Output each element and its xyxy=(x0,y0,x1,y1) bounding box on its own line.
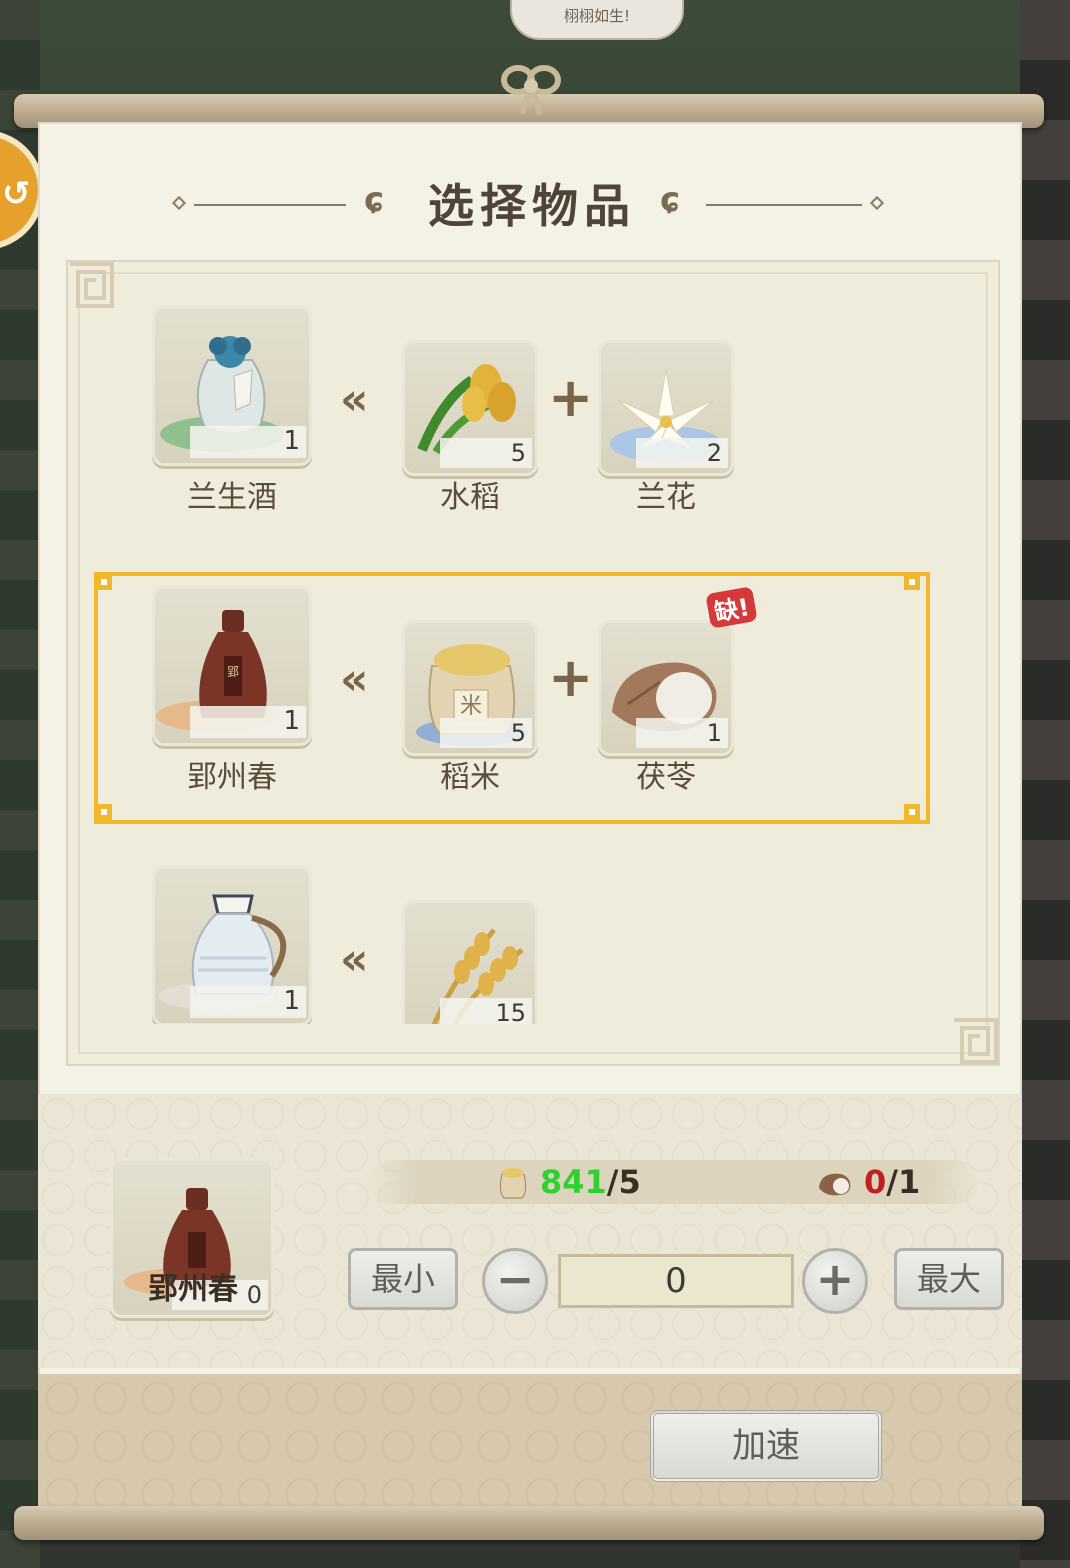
plus-icon: + xyxy=(548,646,594,709)
ingredient-slot[interactable]: 5 xyxy=(402,340,538,476)
selection-corner xyxy=(904,574,920,590)
requirement-need: /5 xyxy=(606,1163,641,1201)
product-slot[interactable]: 1 xyxy=(152,866,312,1024)
arrow-left-icon: « xyxy=(340,654,369,705)
selection-corner xyxy=(904,804,920,820)
recipe-row-selected[interactable]: 郢 1 郢州春 « 米 5 稻米 + 1 缺! 茯苓 xyxy=(94,572,980,826)
title-ornament-right xyxy=(869,195,885,211)
ingredient-count: 5 xyxy=(440,438,532,468)
craft-panel: 0 郢州春 841/5 0/1 最小 − 0 + 最大 xyxy=(38,1094,1022,1368)
requirement-have: 0 xyxy=(864,1163,887,1201)
increment-button[interactable]: + xyxy=(802,1248,868,1314)
ingredient-count: 1 xyxy=(636,718,728,748)
arrow-left-icon: « xyxy=(340,934,369,985)
missing-badge: 缺! xyxy=(705,586,758,629)
requirement-have: 841 xyxy=(540,1163,607,1201)
plus-icon: + xyxy=(815,1252,855,1306)
title-line-left xyxy=(194,204,346,206)
product-count: 1 xyxy=(190,986,306,1018)
title-curl-left-icon: ɕ xyxy=(364,180,385,220)
recipe-row[interactable]: 1 兰生酒 « 5 水稻 + 2 兰花 xyxy=(140,306,980,546)
dialog-title: 选择物品 xyxy=(428,179,636,233)
plus-icon: + xyxy=(548,366,594,429)
ingredient-slot[interactable]: 1 xyxy=(598,620,734,756)
product-count: 1 xyxy=(190,706,306,738)
scroll-knot-icon xyxy=(501,65,561,115)
select-item-dialog: ɕ ɕ 选择物品 1 兰生酒 « 5 水稻 + 2 兰花 郢 1 郢州春 « 米… xyxy=(38,122,1022,1512)
speed-up-button[interactable]: 加速 xyxy=(650,1410,882,1482)
max-button[interactable]: 最大 xyxy=(894,1248,1004,1310)
ingredient-slot[interactable]: 米 5 xyxy=(402,620,538,756)
minus-icon: − xyxy=(495,1252,535,1306)
min-button[interactable]: 最小 xyxy=(348,1248,458,1310)
selection-corner xyxy=(96,804,112,820)
svg-text:米: 米 xyxy=(460,694,482,719)
product-slot[interactable]: 郢 1 xyxy=(152,586,312,746)
speech-text: 栩栩如生! xyxy=(563,7,630,25)
ingredient-name: 兰花 xyxy=(636,480,696,515)
ingredient-name: 水稻 xyxy=(440,480,500,515)
product-slot[interactable]: 1 xyxy=(152,306,312,466)
quantity-field[interactable]: 0 xyxy=(558,1254,794,1308)
ingredient-slot[interactable]: 2 xyxy=(598,340,734,476)
title-ornament-left xyxy=(171,195,187,211)
ingredient-count: 2 xyxy=(636,438,728,468)
requirement-poria: 0/1 xyxy=(864,1160,920,1204)
product-name: 兰生酒 xyxy=(187,480,277,515)
npc-speech-bubble: 栩栩如生! xyxy=(510,0,684,40)
scroll-bottom-rod xyxy=(14,1506,1044,1540)
background-building-right xyxy=(1020,0,1070,1568)
product-count: 1 xyxy=(190,426,306,458)
recipe-list[interactable]: 1 兰生酒 « 5 水稻 + 2 兰花 郢 1 郢州春 « 米 5 稻米 + 1… xyxy=(66,260,1000,1066)
requirement-bar: 841/5 0/1 xyxy=(368,1160,980,1204)
product-name: 郢州春 xyxy=(187,760,277,795)
requirement-rice: 841/5 xyxy=(540,1160,641,1204)
rice-sack-icon xyxy=(499,1168,527,1199)
ingredient-count: 5 xyxy=(440,718,532,748)
arrow-left-icon: « xyxy=(340,374,369,425)
ingredient-name: 稻米 xyxy=(440,760,500,795)
svg-text:郢: 郢 xyxy=(227,665,239,679)
poria-root-icon xyxy=(819,1173,851,1196)
selection-corner xyxy=(96,574,112,590)
decrement-button[interactable]: − xyxy=(482,1248,548,1314)
ingredient-count: 15 xyxy=(440,998,532,1024)
dialog-footer: 加速 xyxy=(38,1374,1022,1512)
recipe-list-viewport: 1 兰生酒 « 5 水稻 + 2 兰花 郢 1 郢州春 « 米 5 稻米 + 1… xyxy=(68,262,1002,1024)
requirement-need: /1 xyxy=(886,1163,921,1201)
ingredient-slot[interactable]: 15 xyxy=(402,900,538,1024)
side-badge-icon: ↺ xyxy=(2,174,31,214)
title-curl-right-icon: ɕ xyxy=(660,180,681,220)
current-item-name: 郢州春 xyxy=(148,1272,238,1307)
ingredient-name: 茯苓 xyxy=(636,760,696,795)
recipe-row[interactable]: 1 « 15 xyxy=(140,866,980,1024)
title-line-right xyxy=(706,204,862,206)
